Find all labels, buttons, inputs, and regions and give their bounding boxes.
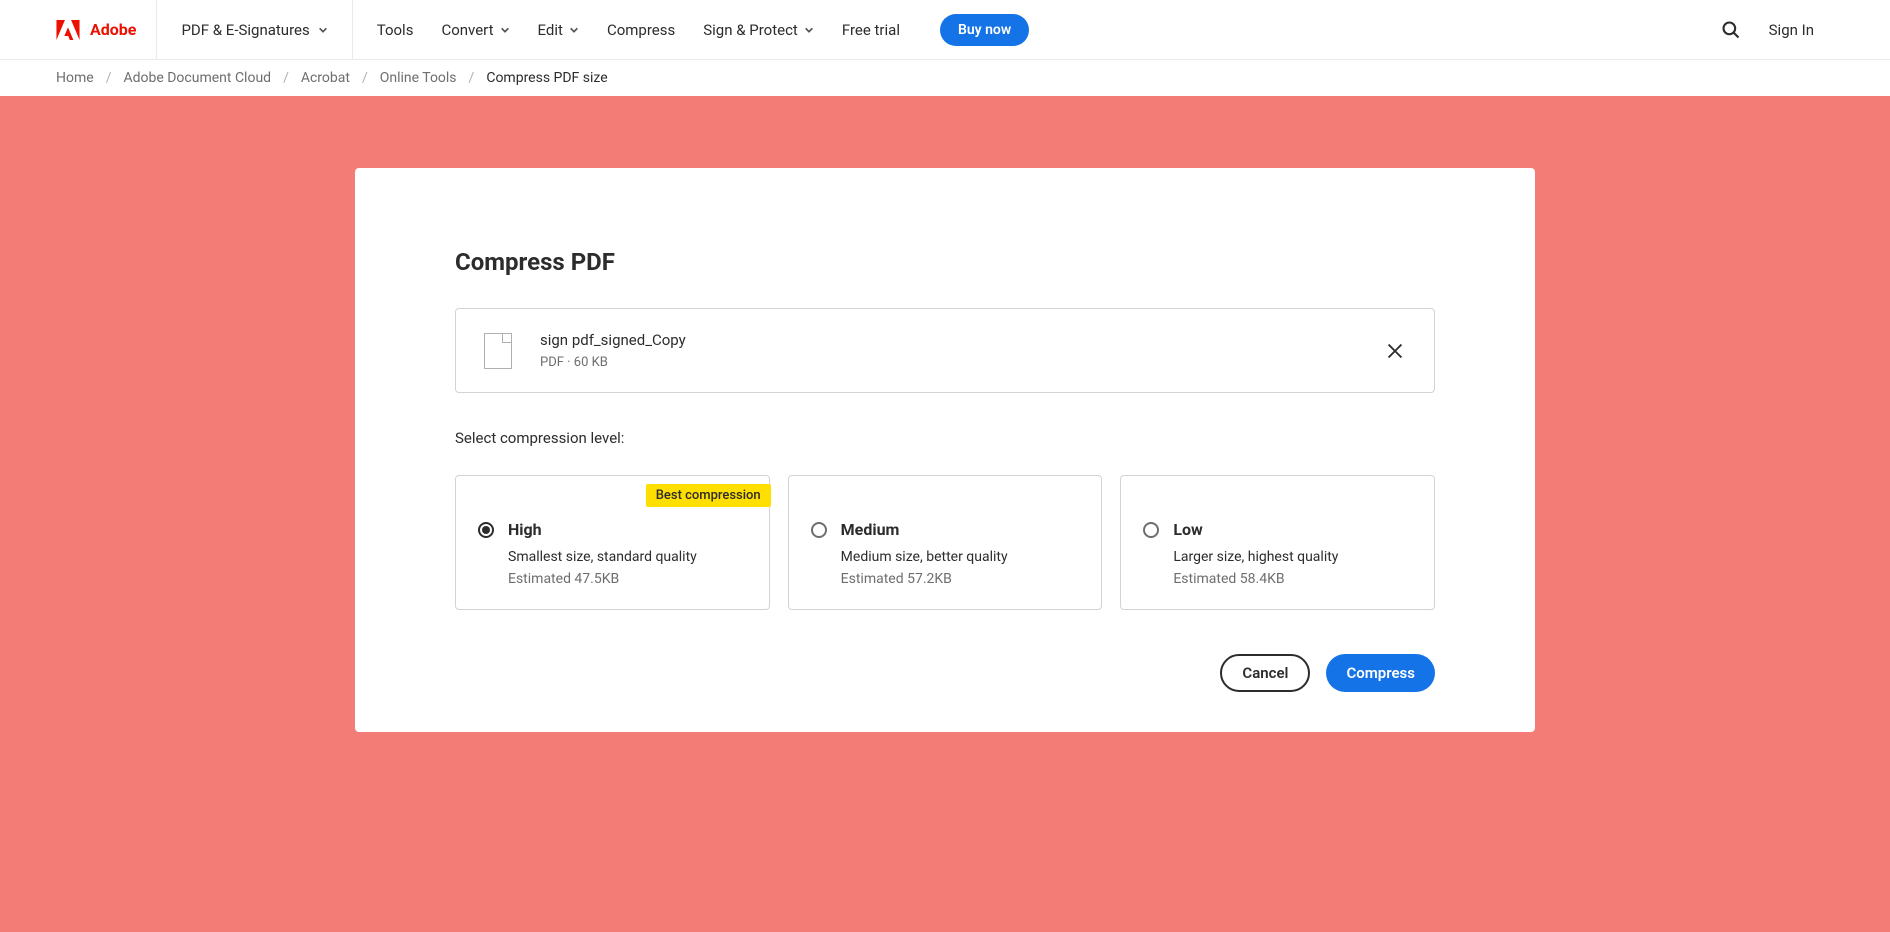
main-nav: Tools Convert Edit Compress Sign & Prote… [353,14,1029,46]
adobe-logo-icon [56,20,80,40]
option-content: Low Larger size, highest quality Estimat… [1173,520,1412,587]
option-desc: Smallest size, standard quality [508,549,747,565]
category-dropdown[interactable]: PDF & E-Signatures [157,0,352,60]
file-box: sign pdf_signed_Copy PDF · 60 KB [455,308,1435,393]
breadcrumb-acrobat[interactable]: Acrobat [301,70,350,86]
option-title: High [508,520,747,539]
nav-convert[interactable]: Convert [441,21,509,39]
chevron-down-icon [804,25,814,35]
chevron-down-icon [500,25,510,35]
compress-card: Compress PDF sign pdf_signed_Copy PDF · … [355,168,1535,732]
nav-tools[interactable]: Tools [377,21,414,39]
breadcrumb-cloud[interactable]: Adobe Document Cloud [123,70,271,86]
chevron-down-icon [569,25,579,35]
radio-high[interactable] [478,522,494,538]
option-content: High Smallest size, standard quality Est… [508,520,747,587]
breadcrumb-separator: / [469,70,475,86]
main-header: Adobe PDF & E-Signatures Tools Convert E… [0,0,1890,60]
close-icon[interactable] [1384,340,1406,362]
nav-compress[interactable]: Compress [607,21,675,39]
breadcrumb-current: Compress PDF size [486,70,607,86]
nav-edit[interactable]: Edit [538,21,579,39]
option-desc: Medium size, better quality [841,549,1080,565]
category-label: PDF & E-Signatures [181,21,309,39]
breadcrumb-home[interactable]: Home [56,70,94,86]
option-low[interactable]: Low Larger size, highest quality Estimat… [1120,475,1435,610]
cancel-button[interactable]: Cancel [1220,654,1310,692]
nav-sign-protect[interactable]: Sign & Protect [703,21,814,39]
main-section: Compress PDF sign pdf_signed_Copy PDF · … [0,96,1890,932]
file-info: sign pdf_signed_Copy PDF · 60 KB [540,331,1356,370]
best-compression-badge: Best compression [646,484,771,507]
file-meta: PDF · 60 KB [540,355,1356,370]
buy-now-button[interactable]: Buy now [940,14,1029,46]
logo-section[interactable]: Adobe [56,0,157,60]
search-icon[interactable] [1721,20,1741,40]
option-medium[interactable]: Medium Medium size, better quality Estim… [788,475,1103,610]
brand-name: Adobe [90,20,136,39]
select-compression-label: Select compression level: [455,429,1435,447]
actions-row: Cancel Compress [455,654,1435,692]
page-title: Compress PDF [455,248,1435,276]
file-name: sign pdf_signed_Copy [540,331,1356,349]
breadcrumb-separator: / [283,70,289,86]
option-content: Medium Medium size, better quality Estim… [841,520,1080,587]
chevron-down-icon [318,25,328,35]
compress-button[interactable]: Compress [1326,654,1435,692]
option-desc: Larger size, highest quality [1173,549,1412,565]
option-title: Low [1173,520,1412,539]
option-estimated: Estimated 58.4KB [1173,571,1412,587]
breadcrumb-separator: / [106,70,112,86]
option-title: Medium [841,520,1080,539]
sign-in-link[interactable]: Sign In [1769,21,1834,39]
header-right: Sign In [1721,20,1834,40]
nav-free-trial[interactable]: Free trial [842,21,900,39]
compression-options: Best compression High Smallest size, sta… [455,475,1435,610]
radio-medium[interactable] [811,522,827,538]
option-estimated: Estimated 47.5KB [508,571,747,587]
breadcrumb-online-tools[interactable]: Online Tools [380,70,457,86]
option-high[interactable]: Best compression High Smallest size, sta… [455,475,770,610]
radio-low[interactable] [1143,522,1159,538]
breadcrumb: Home / Adobe Document Cloud / Acrobat / … [0,60,1890,96]
file-thumbnail-icon [484,333,512,369]
breadcrumb-separator: / [362,70,368,86]
option-estimated: Estimated 57.2KB [841,571,1080,587]
